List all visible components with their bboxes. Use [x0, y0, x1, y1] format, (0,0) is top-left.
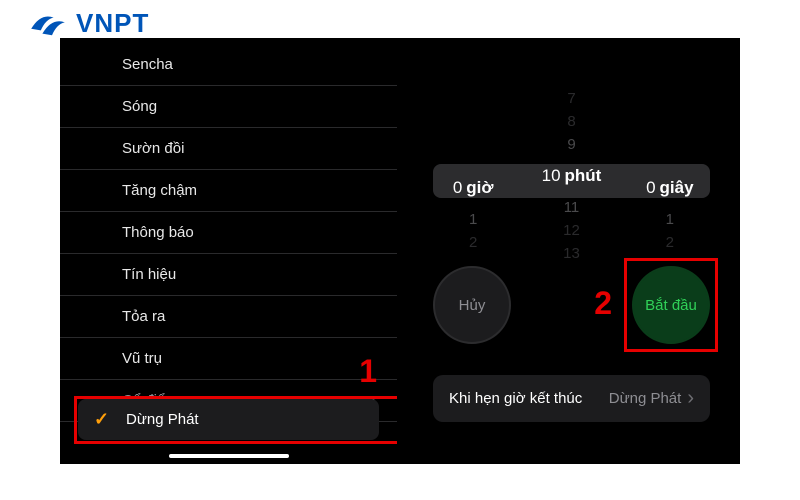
annotation-number-2: 2	[594, 285, 612, 322]
vnpt-swoosh-icon	[28, 9, 68, 39]
timer-picker[interactable]: 0 giờ 1 2 7 8 9 10 phút 11 12 13	[433, 86, 710, 266]
when-timer-ends-value: Dừng Phát	[609, 387, 694, 410]
screenshot-pair: Sencha Sóng Sườn đồi Tăng chậm Thông báo…	[60, 38, 740, 464]
timer-buttons: Hủy Bắt đầu	[433, 266, 710, 344]
home-indicator	[169, 454, 289, 458]
vnpt-logo: VNPT	[28, 8, 149, 39]
when-timer-ends-label: Khi hẹn giờ kết thúc	[449, 390, 582, 407]
sound-item-tinhieu[interactable]: Tín hiệu	[60, 254, 397, 296]
sound-item-vutru[interactable]: Vũ trụ	[60, 338, 397, 380]
sound-item-suondoi[interactable]: Sườn đồi	[60, 128, 397, 170]
logo-text: VNPT	[76, 8, 149, 39]
seconds-wheel[interactable]: 0 giây 1 2	[630, 86, 710, 266]
when-timer-ends-row[interactable]: Khi hẹn giờ kết thúc Dừng Phát	[433, 375, 710, 422]
annotation-number-1: 1	[359, 353, 377, 390]
check-icon: ✓	[94, 409, 109, 430]
cancel-button[interactable]: Hủy	[433, 266, 511, 344]
left-screen-sound-picker: Sencha Sóng Sườn đồi Tăng chậm Thông báo…	[60, 38, 397, 464]
hours-wheel[interactable]: 0 giờ 1 2	[433, 86, 513, 266]
sound-item-thongbao[interactable]: Thông báo	[60, 212, 397, 254]
selected-sound-label: Dừng Phát	[126, 411, 199, 428]
sound-item-sencha[interactable]: Sencha	[60, 44, 397, 86]
start-button[interactable]: Bắt đầu	[632, 266, 710, 344]
selected-sound-row[interactable]: ✓ Dừng Phát	[78, 399, 379, 440]
sound-item-song[interactable]: Sóng	[60, 86, 397, 128]
sound-list: Sencha Sóng Sườn đồi Tăng chậm Thông báo…	[60, 38, 397, 422]
minutes-wheel[interactable]: 7 8 9 10 phút 11 12 13	[531, 86, 611, 266]
sound-item-tangcham[interactable]: Tăng chậm	[60, 170, 397, 212]
sound-item-toara[interactable]: Tỏa ra	[60, 296, 397, 338]
right-screen-timer: 0 giờ 1 2 7 8 9 10 phút 11 12 13	[403, 38, 740, 464]
